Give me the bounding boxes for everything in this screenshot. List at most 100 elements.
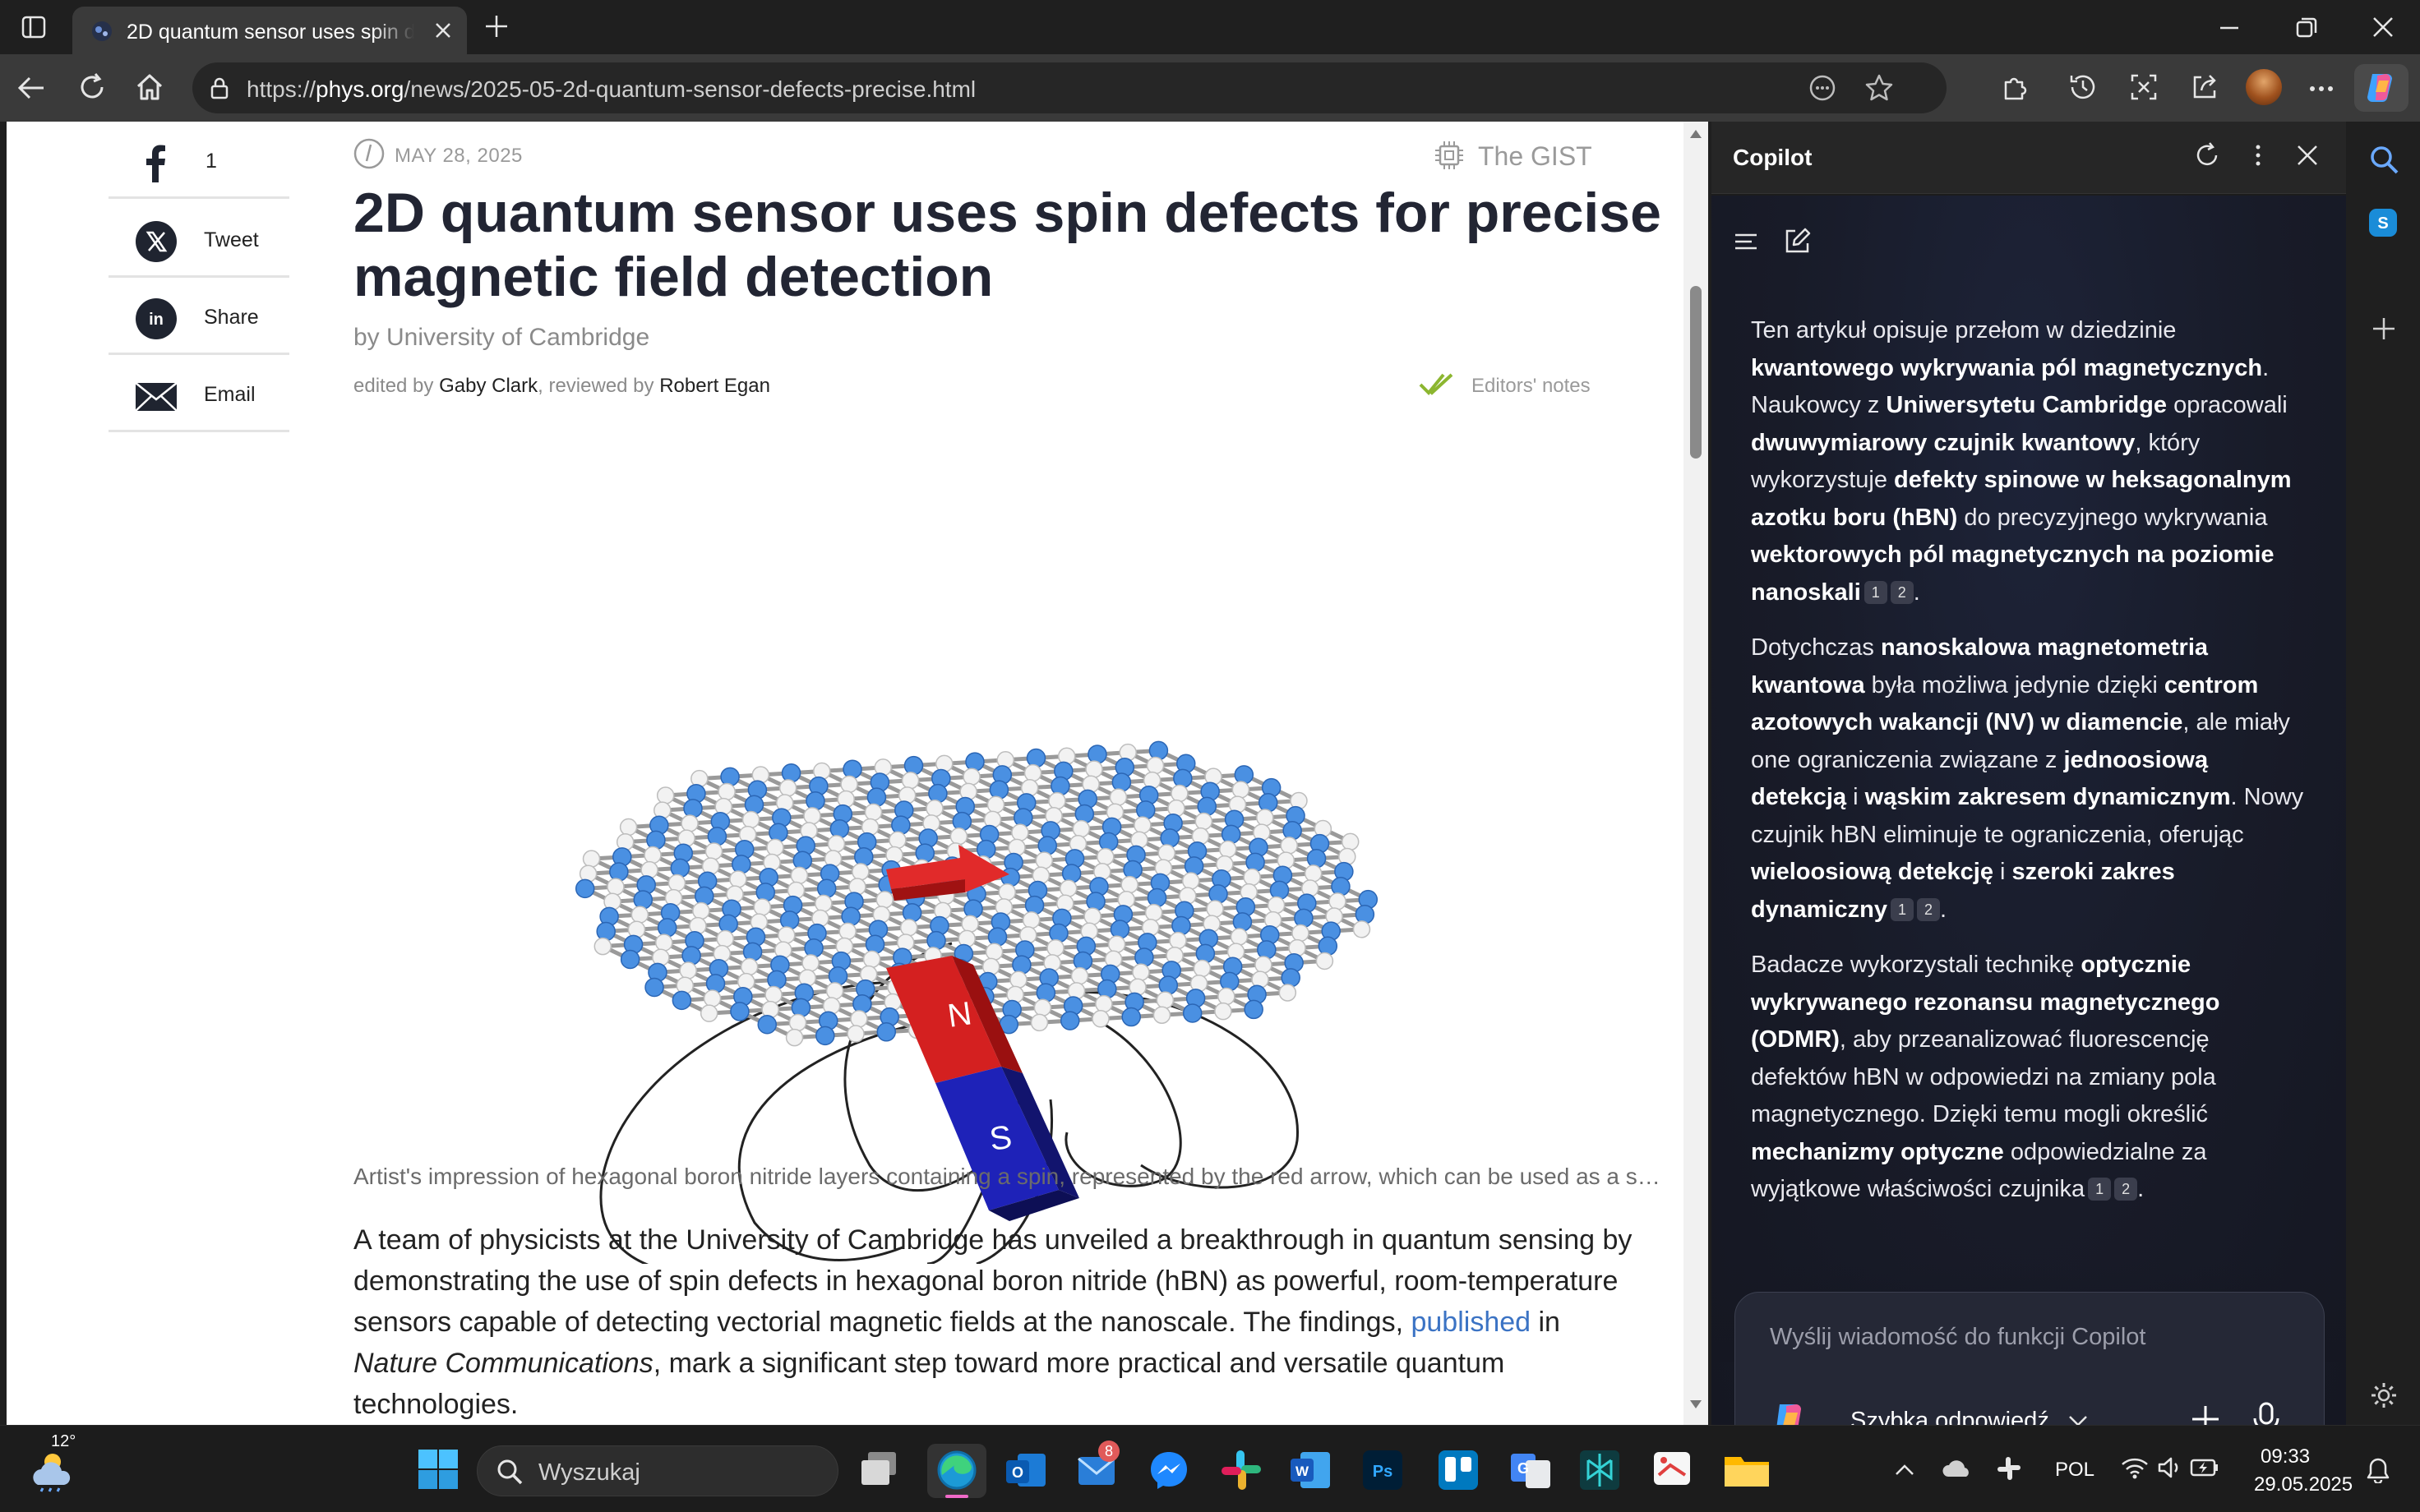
lattice-atom [852,994,872,1014]
lattice-atom [876,1022,897,1042]
citation-badge[interactable]: 2 [1890,580,1914,604]
new-tab-icon[interactable] [483,13,510,39]
refresh-icon[interactable] [77,72,107,102]
onedrive-icon[interactable] [1942,1457,1973,1478]
browser-tab-active[interactable]: 2D quantum sensor uses spin defects for … [72,7,467,54]
word-app-icon[interactable]: W [1289,1449,1332,1491]
lattice-atom [1120,875,1138,894]
citation-badge[interactable]: 1 [1863,580,1887,604]
scrollbar-thumb[interactable] [1690,286,1702,459]
history-icon[interactable] [2068,72,2098,102]
close-pane-icon[interactable] [2293,141,2321,169]
citation-badge[interactable]: 1 [2088,1178,2112,1201]
back-icon[interactable] [16,74,46,102]
photoshop-app-icon[interactable]: Ps [1361,1449,1404,1491]
more-options-icon[interactable] [2244,141,2272,169]
address-bar[interactable]: https://phys.org/news/2025-05-2d-quantum… [192,62,1947,113]
outlook-app-icon[interactable]: O [1004,1449,1047,1491]
page-scrollbar[interactable] [1683,122,1708,1425]
clock-time[interactable]: 09:33 [2261,1445,2310,1468]
task-view-icon[interactable] [858,1449,904,1491]
battery-icon[interactable] [2190,1457,2219,1478]
clock-date[interactable]: 29.05.2025 [2254,1473,2353,1496]
tweet-button[interactable]: Tweet [109,201,289,278]
scroll-up-icon[interactable] [1690,130,1702,138]
wifi-icon[interactable] [2121,1455,2149,1480]
lattice-atom [998,883,1016,901]
lattice-atom [1097,847,1115,866]
message-input[interactable]: Wyślij wiadomość do funkcji Copilot [1770,1324,2145,1351]
close-tab-icon[interactable] [432,20,454,41]
notifications-bell-icon[interactable] [2366,1457,2390,1483]
messenger-app-icon[interactable] [1148,1449,1190,1491]
lattice-atom [850,1010,868,1028]
lattice-atom [620,949,640,970]
citation-badge[interactable]: 1 [1891,897,1914,921]
the-gist-link[interactable]: The GIST [1478,141,1592,172]
sidebar-settings-icon[interactable] [2369,1381,2399,1410]
new-chat-icon[interactable] [1782,227,1812,256]
citation-badge[interactable]: 2 [2114,1178,2138,1201]
facebook-share-button[interactable]: 1 [109,122,289,199]
article-title: 2D quantum sensor uses spin defects for … [353,182,1661,308]
linkedin-share-button[interactable]: in Share [109,278,289,355]
lattice-atom [1156,991,1175,1009]
site-info-icon[interactable] [207,76,232,100]
slack-app-icon[interactable] [1220,1449,1263,1491]
tab-actions-icon[interactable] [21,15,46,39]
lattice-atom [1132,963,1150,981]
close-window-icon[interactable] [2371,15,2395,39]
file-explorer-icon[interactable] [1723,1449,1771,1491]
reviewer-name[interactable]: Robert Egan [659,375,770,397]
input-language[interactable]: POL [2055,1459,2094,1482]
trello-app-icon[interactable] [1437,1449,1480,1491]
menu-icon[interactable] [1733,228,1759,255]
weather-widget[interactable] [28,1444,77,1493]
favorite-star-icon[interactable] [1864,73,1894,103]
copilot-pane: Copilot Ten artykuł opisuje przełom w dz… [1711,122,2346,1473]
volume-icon[interactable] [2157,1455,2183,1480]
refresh-icon[interactable] [2193,141,2221,169]
start-windows-icon[interactable] [418,1449,459,1490]
search-icon[interactable] [2367,143,2400,176]
restore-icon[interactable] [2295,16,2318,39]
lattice-atom [790,866,809,885]
lattice-atom [891,815,911,835]
add-sidebar-app-icon[interactable] [2371,316,2397,342]
extensions-icon[interactable] [2001,72,2030,102]
show-hidden-icons[interactable] [1894,1462,1915,1477]
article-byline[interactable]: by University of Cambridge [353,324,649,352]
lattice-atom [716,929,735,948]
taskbar-search[interactable]: Wyszukaj [477,1445,838,1496]
settings-more-icon[interactable] [2307,74,2336,104]
edge-app-icon[interactable] [927,1444,986,1498]
image-caption: Artist's impression of hexagonal boron n… [353,1164,1669,1189]
lattice-atom [1171,915,1191,936]
editors-notes-link[interactable]: Editors' notes [1471,375,1591,398]
lattice-atom [718,914,738,934]
editor-name[interactable]: Gaby Clark [439,375,538,397]
skype-icon[interactable]: S [2369,209,2397,237]
chip-icon[interactable] [1432,138,1466,173]
share-icon[interactable] [2190,72,2219,102]
lattice-atom [865,934,885,954]
lattice-atom [963,768,981,786]
copilot-toggle-icon[interactable] [2354,64,2408,112]
translate-app-icon[interactable]: G [1509,1449,1552,1491]
bold-phrase: defekty spinowe w heksagonalnym azotku b… [1751,467,2292,531]
lattice-atom [1011,823,1029,841]
lattice-atom [1009,970,1028,989]
slack-tray-icon[interactable] [1996,1455,2022,1482]
snipping-tool-icon[interactable] [1651,1449,1693,1491]
minimize-icon[interactable] [2218,16,2241,39]
profile-avatar[interactable] [2246,69,2282,105]
scroll-down-icon[interactable] [1690,1400,1702,1408]
screenshot-icon[interactable] [2129,72,2159,102]
lattice-atom [903,755,924,776]
more-tools-icon[interactable] [1808,74,1836,102]
perplexity-app-icon[interactable] [1578,1449,1621,1491]
citation-badge[interactable]: 2 [1917,897,1940,921]
published-link[interactable]: published [1411,1307,1531,1338]
home-icon[interactable] [135,72,164,102]
email-share-button[interactable]: Email [109,355,289,432]
